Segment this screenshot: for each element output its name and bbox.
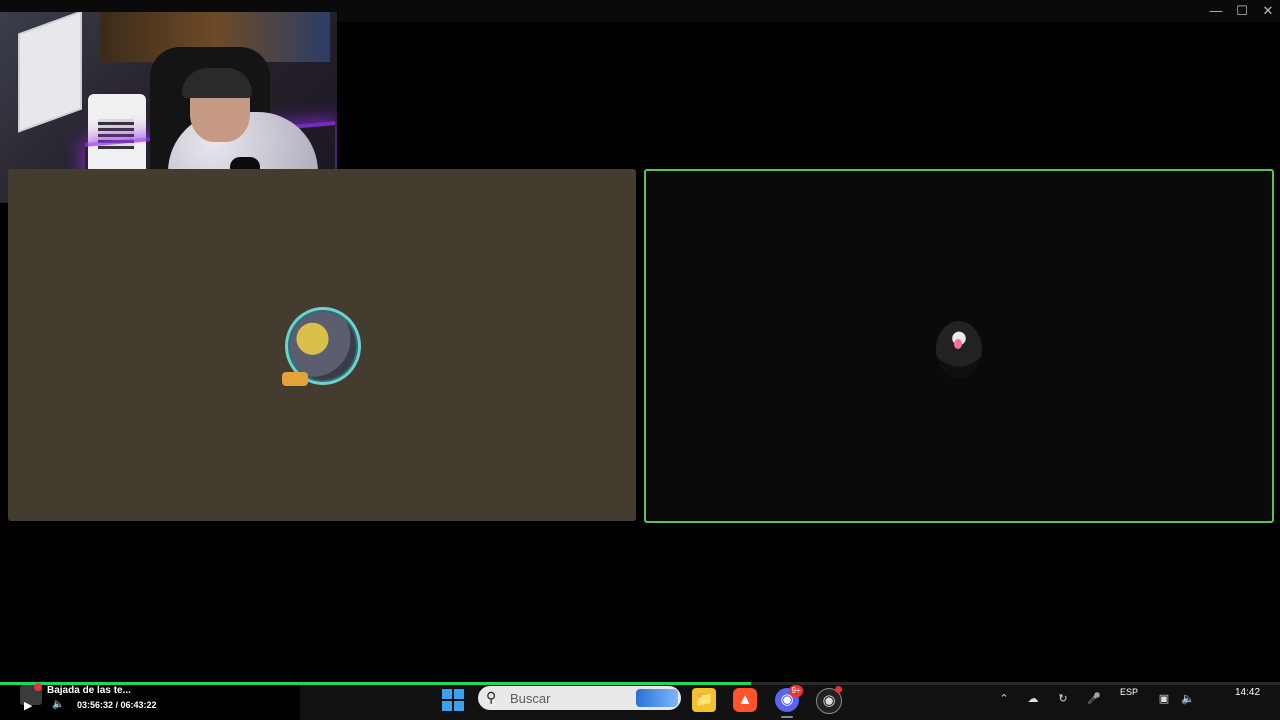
close-button[interactable]: ✕: [1260, 3, 1276, 19]
player-avatar-left[interactable]: [282, 307, 361, 386]
discord-badge: 9+: [789, 685, 803, 697]
network-icon[interactable]: ▣: [1156, 691, 1172, 707]
cloud-icon[interactable]: ☁: [1025, 691, 1041, 707]
chevron-up-icon[interactable]: ⌃: [996, 691, 1012, 707]
sync-icon[interactable]: ↻: [1055, 691, 1071, 707]
minimize-button[interactable]: —: [1208, 3, 1224, 19]
player-avatar-right[interactable]: [936, 321, 982, 379]
recording-dot: [835, 686, 842, 693]
room-window: [18, 12, 82, 133]
taskbar-clock[interactable]: 14:42: [1235, 687, 1260, 698]
search-placeholder: Buscar: [510, 691, 551, 706]
microphone-icon[interactable]: 🎤: [1086, 691, 1102, 707]
maximize-button[interactable]: ☐: [1234, 3, 1250, 19]
taskbar: ⚲ Buscar 📁 ▲ ◉ 9+ ◉ ⌃ ☁ ↻ 🎤 ESP ▣ 🔈 14:4…: [300, 685, 1280, 720]
media-title[interactable]: Bajada de las te...: [47, 685, 131, 696]
file-explorer-icon[interactable]: 📁: [692, 688, 716, 712]
volume-icon[interactable]: 🔈: [52, 699, 66, 713]
windows-start-icon[interactable]: [442, 689, 464, 711]
streamer-cap: [182, 68, 252, 98]
player-panel-right[interactable]: [644, 169, 1274, 523]
player-panel-left[interactable]: [8, 169, 636, 521]
play-icon[interactable]: ▶: [24, 699, 36, 713]
media-controls: Bajada de las te... ▶ 🔈 03:56:32 / 06:43…: [0, 683, 300, 720]
avatar-badge: [282, 372, 308, 386]
search-highlight-icon: [636, 689, 678, 707]
notification-dot: [34, 683, 42, 691]
playback-time: 03:56:32 / 06:43:22: [77, 700, 157, 710]
brave-browser-icon[interactable]: ▲: [733, 688, 757, 712]
speaker-icon[interactable]: 🔈: [1180, 691, 1196, 707]
search-icon: ⚲: [486, 689, 497, 705]
language-indicator[interactable]: ESP: [1120, 687, 1138, 697]
avatar-nose: [954, 339, 962, 349]
active-app-indicator: [781, 716, 793, 718]
taskbar-search[interactable]: ⚲ Buscar: [478, 686, 681, 710]
